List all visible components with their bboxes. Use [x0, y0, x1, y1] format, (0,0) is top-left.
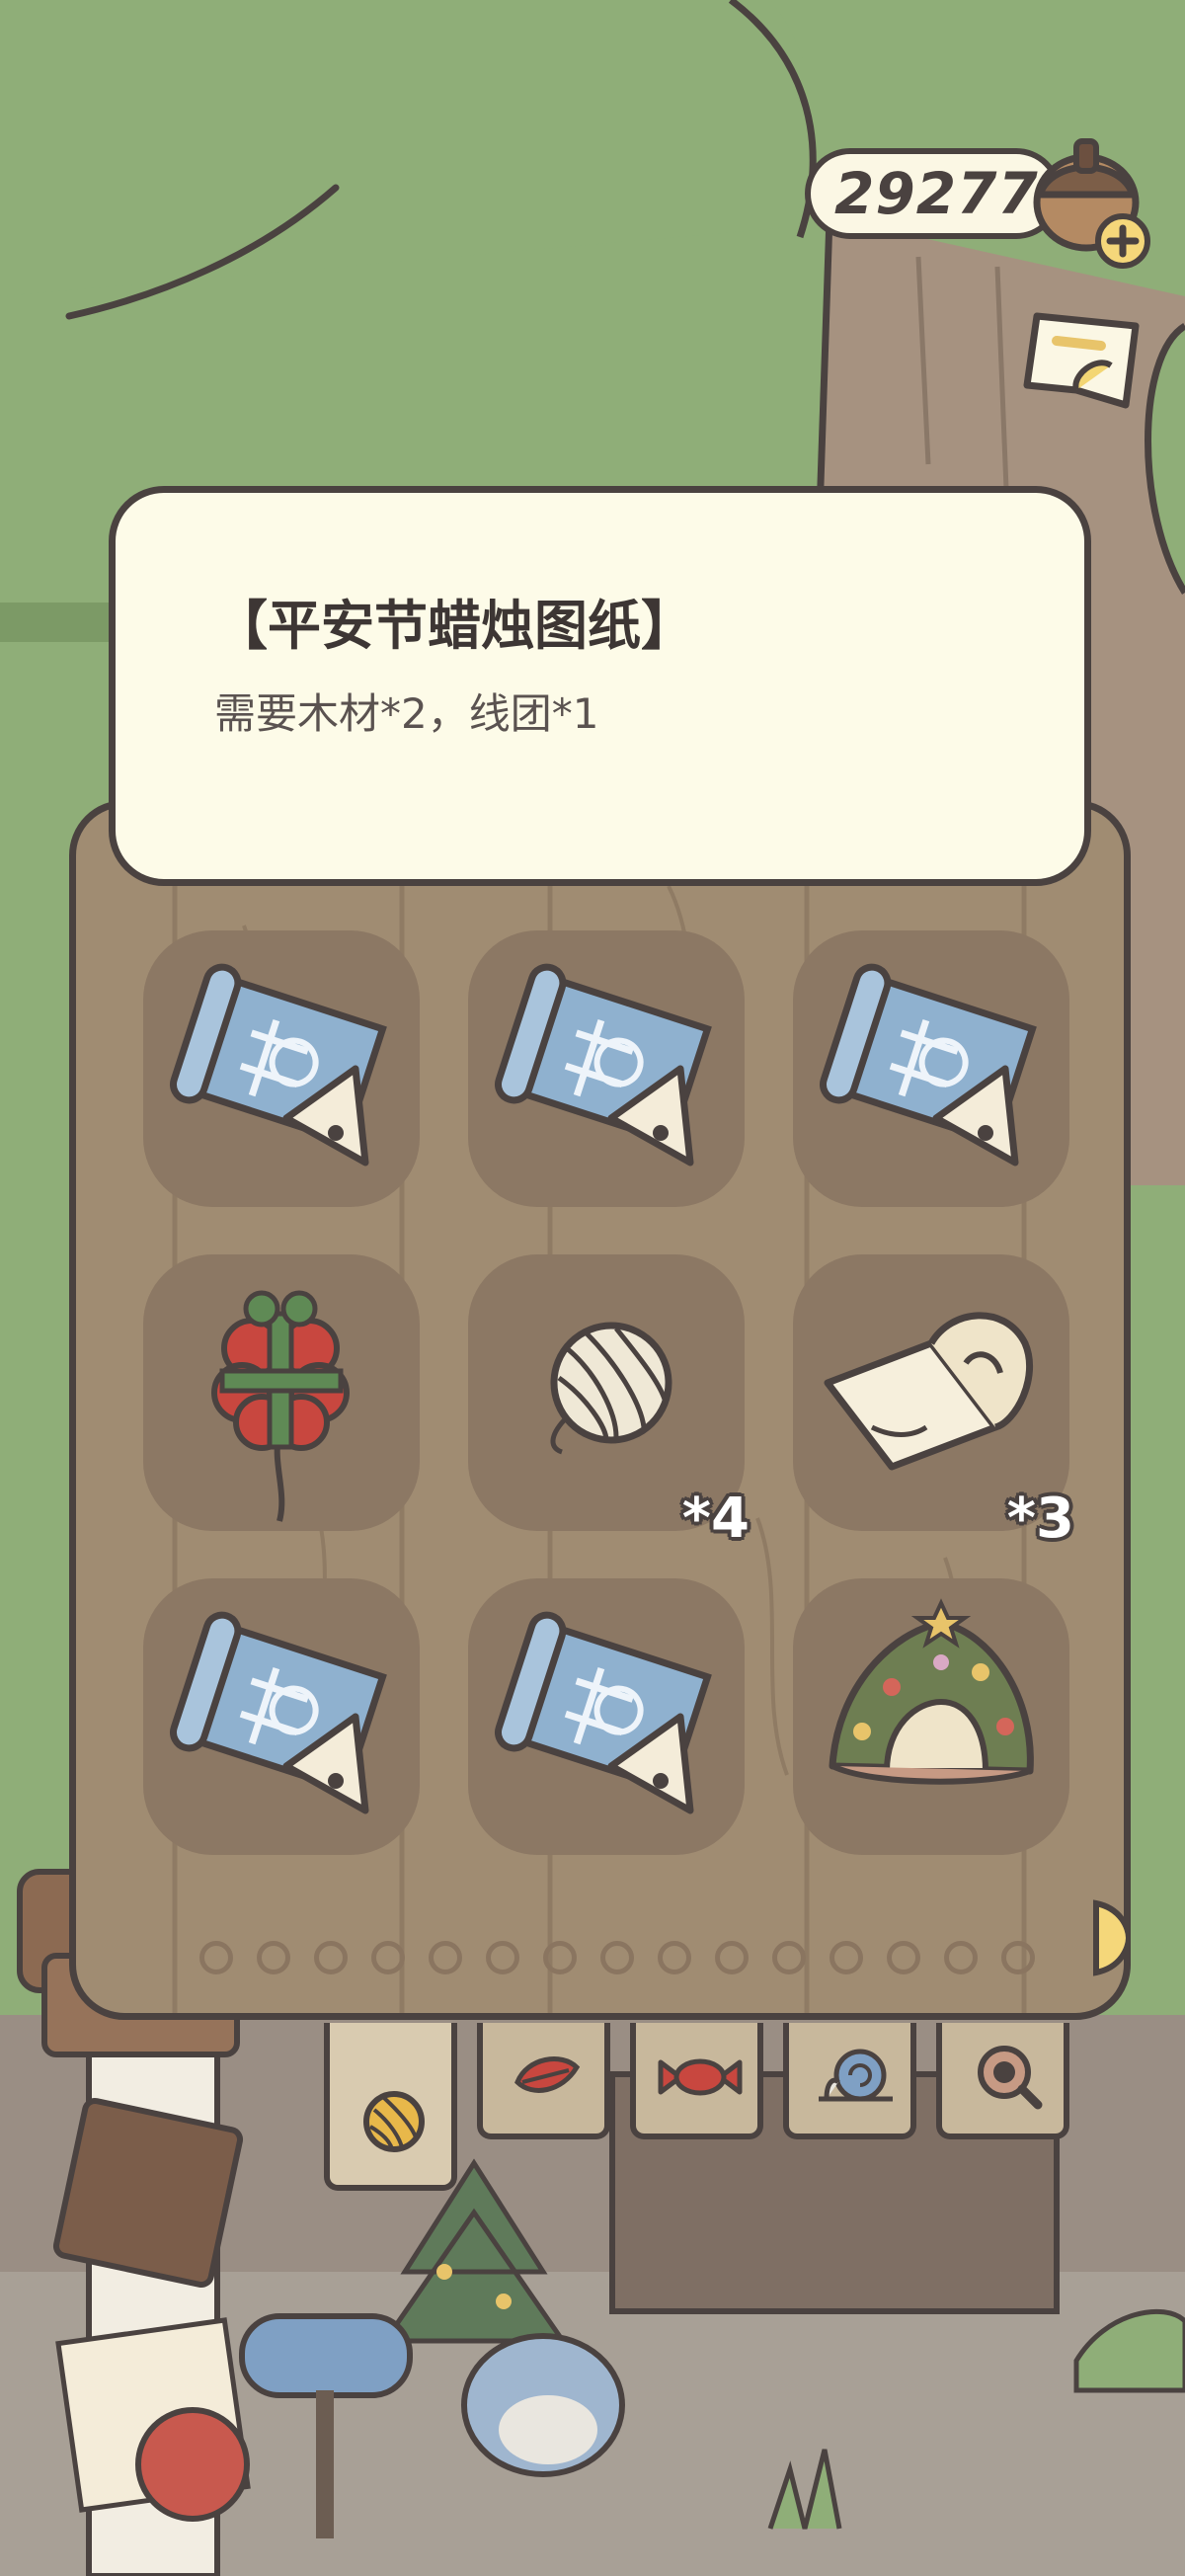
blueprint-icon — [495, 963, 712, 1167]
inventory-panel: *4 *3 — [69, 800, 1131, 2020]
leaf-icon — [514, 2056, 581, 2093]
tooltip-description: 需要木材*2，线团*1 — [214, 689, 599, 738]
inventory-slot[interactable] — [143, 930, 420, 1207]
magnifier-icon — [978, 2046, 1043, 2110]
page-dot[interactable] — [944, 1941, 978, 1974]
inventory-slot[interactable]: *4 — [468, 1254, 750, 1551]
next-page-arrow[interactable] — [1091, 1898, 1131, 1977]
inventory-slot[interactable] — [143, 1254, 420, 1531]
page-dot[interactable] — [772, 1941, 806, 1974]
inventory-slot[interactable] — [468, 1578, 745, 1855]
page-dot[interactable] — [830, 1941, 863, 1974]
page-dot[interactable] — [887, 1941, 920, 1974]
yarn-icon — [363, 2091, 425, 2152]
inventory-slot[interactable] — [793, 930, 1069, 1207]
inventory-slot[interactable]: *3 — [793, 1254, 1074, 1551]
blueprint-icon — [820, 963, 1037, 1167]
inventory-slot[interactable] — [468, 930, 745, 1207]
tab-magnifier[interactable] — [936, 2023, 1069, 2139]
page-indicator — [199, 1941, 1124, 1980]
note-icon[interactable] — [1017, 296, 1155, 425]
tab-leaf[interactable] — [477, 2023, 610, 2139]
page-dot[interactable] — [543, 1941, 577, 1974]
blueprint-icon — [170, 1611, 387, 1814]
page-dot[interactable] — [486, 1941, 519, 1974]
item-count: *3 — [1006, 1487, 1074, 1551]
page-dot[interactable] — [658, 1941, 691, 1974]
page-dot[interactable] — [257, 1941, 290, 1974]
page-dot[interactable] — [429, 1941, 462, 1974]
page-dot[interactable] — [314, 1941, 348, 1974]
gift-balloon-icon — [211, 1290, 350, 1522]
tooltip-title: 【平安节蜡烛图纸】 — [214, 595, 694, 657]
page-dot[interactable] — [600, 1941, 634, 1974]
snail-icon — [819, 2049, 893, 2102]
blueprint-icon — [170, 963, 387, 1167]
inventory-slot[interactable] — [143, 1578, 420, 1855]
page-dot[interactable] — [199, 1941, 233, 1974]
page-dot[interactable] — [715, 1941, 749, 1974]
item-tooltip: 【平安节蜡烛图纸】 需要木材*2，线团*1 — [109, 486, 1091, 886]
item-count: *4 — [681, 1487, 750, 1551]
page-dot[interactable] — [371, 1941, 405, 1974]
inventory-slot[interactable] — [793, 1578, 1069, 1855]
tab-yarn[interactable] — [324, 2023, 457, 2191]
festive-tent-icon — [829, 1598, 1034, 1785]
add-currency-button[interactable] — [1094, 212, 1151, 270]
blueprint-icon — [495, 1611, 712, 1814]
tab-candy[interactable] — [630, 2023, 763, 2139]
candy-icon — [658, 2058, 743, 2096]
page-dot[interactable] — [1001, 1941, 1035, 1974]
tab-snail[interactable] — [783, 2023, 916, 2139]
